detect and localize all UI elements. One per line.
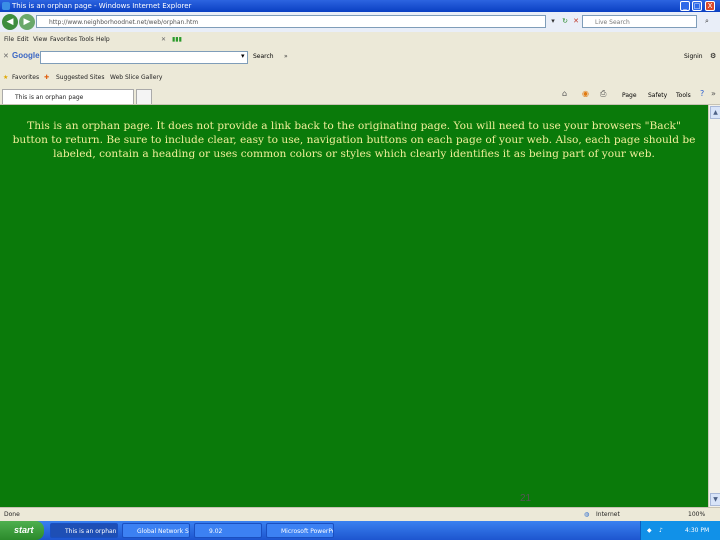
ie-icon [2, 2, 10, 10]
help-icon[interactable]: ? [700, 89, 704, 98]
status-bar: Done ◍ Internet 100% [0, 507, 720, 522]
print-icon[interactable]: ⎙ [600, 89, 606, 99]
start-button[interactable]: start [0, 521, 44, 540]
more-icon[interactable]: » [711, 89, 716, 98]
fav-web-slice-gallery[interactable]: Web Slice Gallery [110, 68, 162, 88]
maximize-button[interactable]: □ [692, 1, 702, 11]
menu-tools[interactable]: Tools [79, 32, 94, 48]
clock: 4:30 PM [685, 527, 710, 534]
system-tray: ◆ ♪ 4:30 PM [640, 521, 720, 540]
add-favorite-icon[interactable]: ✚ [44, 68, 49, 88]
taskbar: start This is an orphan page Global Netw… [0, 521, 720, 540]
favorites-star-icon: ★ [3, 74, 9, 81]
menu-bar: File Edit View Favorites Tools Help ✕ ▮▮… [0, 32, 720, 48]
volume-icon[interactable]: ♪ [659, 521, 663, 540]
task-folder[interactable]: 9.02 [194, 523, 262, 538]
window-title: This is an orphan page - Windows Interne… [12, 2, 192, 10]
status-text: Done [4, 511, 20, 518]
vertical-scrollbar[interactable]: ▲ ▼ [708, 105, 720, 507]
scroll-down-icon[interactable]: ▼ [710, 493, 720, 506]
menu-view[interactable]: View [33, 32, 47, 48]
google-more-icon[interactable]: » [284, 53, 288, 60]
close-google-icon[interactable]: ✕ [3, 52, 9, 60]
google-dropdown-icon[interactable]: ▾ [241, 52, 245, 60]
google-logo: Google [12, 51, 40, 60]
menu-file[interactable]: File [4, 32, 14, 48]
forward-button[interactable]: ▶ [19, 14, 35, 30]
safety-menu[interactable]: Safety [648, 92, 667, 99]
google-search-button[interactable]: Search [253, 53, 274, 60]
signin-link[interactable]: Signin [684, 53, 703, 60]
menu-help[interactable]: Help [96, 32, 110, 48]
address-toolbar: ◀ ▶ http://www.neighborhoodnet.net/web/o… [0, 12, 720, 32]
tab-bar: This is an orphan page ⌂ ◉ ⎙ Page Safety… [0, 88, 720, 105]
tools-menu[interactable]: Tools [676, 92, 691, 99]
minimize-button[interactable]: _ [680, 1, 690, 11]
home-icon[interactable]: ⌂ [562, 89, 567, 98]
address-input[interactable]: http://www.neighborhoodnet.net/web/orpha… [36, 15, 546, 28]
close-button[interactable]: X [705, 1, 715, 11]
wrench-icon[interactable]: ⚙ [710, 52, 716, 60]
tray-icon[interactable]: ◆ [647, 521, 652, 540]
refresh-icon[interactable]: ↻ [560, 16, 570, 26]
orphan-page-message: This is an orphan page. It does not prov… [12, 120, 696, 160]
new-tab-button[interactable] [136, 89, 152, 104]
search-icon[interactable]: ⌕ [702, 16, 712, 26]
feeds-icon[interactable]: ◉ [582, 89, 589, 98]
google-toolbar: ✕ Google ▾ Search » Signin ⚙ [0, 48, 720, 68]
task-global-network[interactable]: Global Network Str... [122, 523, 190, 538]
favorites-bar: ★ Favorites ✚ Suggested Sites Web Slice … [0, 68, 720, 88]
slide-number: 21 [520, 493, 532, 504]
task-powerpoint[interactable]: Microsoft PowerPoint... [266, 523, 334, 538]
stop-icon[interactable]: ✕ [571, 16, 581, 26]
live-search-input[interactable]: Live Search [582, 15, 697, 28]
zone-label: Internet [596, 511, 620, 518]
scroll-up-icon[interactable]: ▲ [710, 106, 720, 119]
google-search-input[interactable] [40, 51, 248, 64]
title-bar: This is an orphan page - Windows Interne… [0, 0, 720, 12]
close-toolbar-icon[interactable]: ✕ [161, 32, 166, 48]
fav-suggested-sites[interactable]: Suggested Sites [56, 68, 104, 88]
task-ie[interactable]: This is an orphan page [50, 523, 118, 538]
page-content: This is an orphan page. It does not prov… [0, 105, 708, 507]
page-menu[interactable]: Page [622, 92, 637, 99]
tab-orphan-page[interactable]: This is an orphan page [2, 89, 134, 104]
signal-icon: ▮▮▮ [172, 36, 182, 43]
back-button[interactable]: ◀ [2, 14, 18, 30]
menu-edit[interactable]: Edit [17, 32, 29, 48]
zoom-level[interactable]: 100% [688, 508, 705, 522]
favorites-button[interactable]: Favorites [12, 68, 39, 88]
dropdown-icon[interactable]: ▾ [548, 16, 558, 26]
menu-favorites[interactable]: Favorites [50, 32, 77, 48]
globe-icon: ◍ [584, 511, 590, 518]
